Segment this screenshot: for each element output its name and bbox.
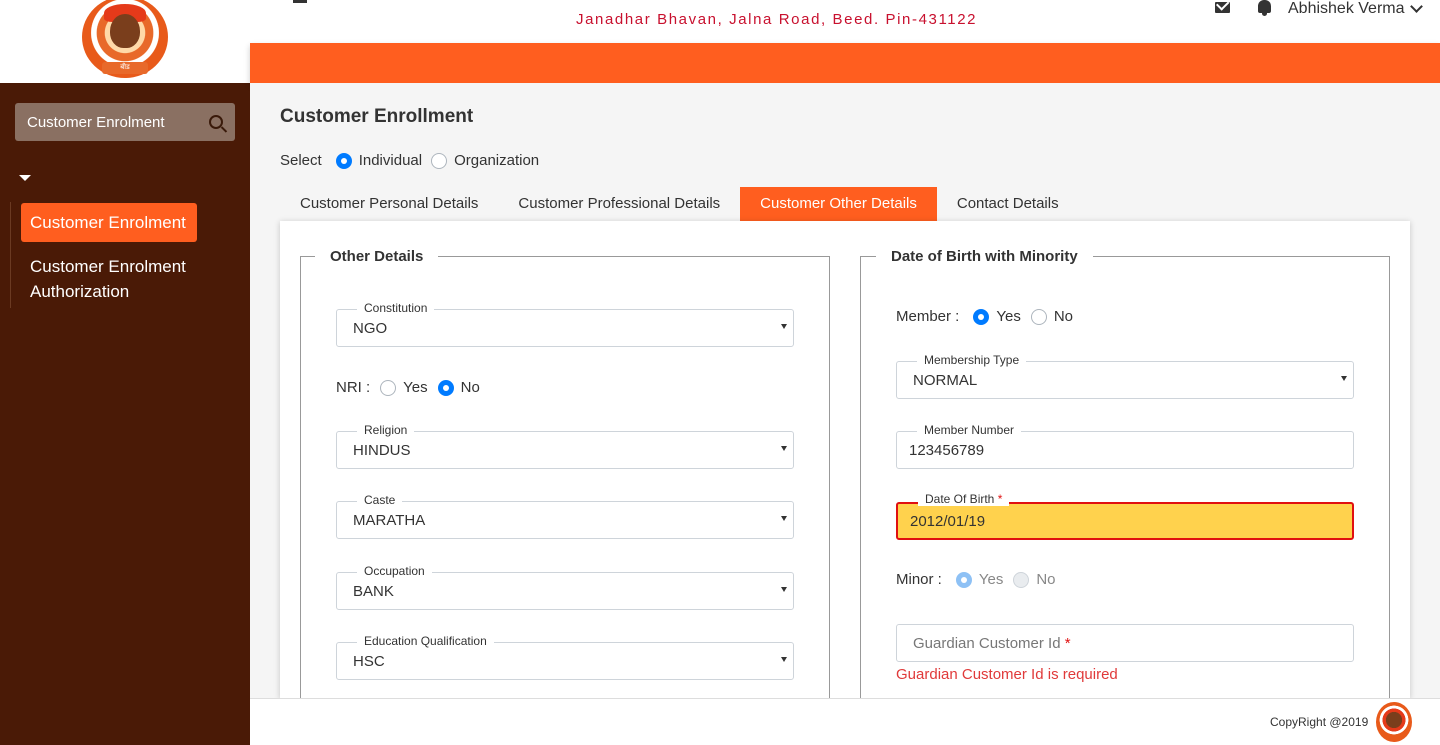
bell-icon[interactable] [1258,0,1271,16]
header-address: Janadhar Bhavan, Jalna Road, Beed. Pin-4… [576,11,978,28]
customer-type-selector: Select Individual Organization [280,152,539,169]
minor-yes-radio [955,571,972,588]
caste-select[interactable]: Caste MARATHA [336,493,794,539]
member-number-input[interactable]: Member Number 123456789 [896,423,1354,469]
member-number-label: Member Number [917,423,1022,437]
search-icon[interactable] [209,115,223,129]
chevron-down-icon[interactable] [1410,0,1423,13]
occupation-select[interactable]: Occupation BANK [336,564,794,610]
member-radio-group: Member : Yes No [896,308,1073,325]
footer-logo [1376,702,1412,742]
individual-label[interactable]: Individual [359,152,422,169]
member-number-value: 123456789 [909,442,985,459]
nri-no-label[interactable]: No [461,379,480,396]
date-of-birth-value: 2012/01/19 [910,513,986,530]
nri-no-radio[interactable] [437,379,454,396]
nri-radio-group: NRI : Yes No [336,379,480,396]
education-qualification-value: HSC [353,653,385,670]
nri-yes-label[interactable]: Yes [403,379,427,396]
dropdown-arrow-icon [781,657,787,662]
education-qualification-label: Education Qualification [357,634,494,648]
tab-customer-professional-details[interactable]: Customer Professional Details [498,187,740,221]
organization-logo: बीड [82,0,168,78]
organization-radio[interactable] [431,152,448,169]
education-qualification-select[interactable]: Education Qualification HSC [336,634,794,680]
date-of-birth-label: Date Of Birth * [918,492,1010,506]
caste-value: MARATHA [353,512,426,529]
dropdown-arrow-icon [781,446,787,451]
member-yes-radio[interactable] [973,308,990,325]
copyright-text: CopyRight @2019 [1270,715,1369,729]
constitution-value: NGO [353,320,388,337]
dob-minority-legend: Date of Birth with Minority [876,248,1093,265]
select-label: Select [280,152,322,169]
minor-no-label: No [1036,571,1056,588]
guardian-customer-id-placeholder: Guardian Customer Id * [913,635,1071,652]
constitution-label: Constitution [357,301,435,315]
tab-customer-other-details[interactable]: Customer Other Details [740,187,937,221]
nri-yes-radio[interactable] [380,379,397,396]
dropdown-arrow-icon [1341,376,1347,381]
organization-label[interactable]: Organization [454,152,539,169]
membership-type-value: NORMAL [913,372,978,389]
constitution-select[interactable]: Constitution NGO [336,301,794,347]
other-details-legend: Other Details [315,248,439,265]
membership-type-select[interactable]: Membership Type NORMAL [896,353,1354,399]
individual-radio[interactable] [335,152,352,169]
religion-value: HINDUS [353,442,411,459]
dropdown-arrow-icon [781,516,787,521]
date-of-birth-input[interactable]: Date Of Birth * 2012/01/19 [896,492,1354,540]
member-label: Member : [896,308,960,325]
nri-label: NRI : [336,379,371,396]
caste-label: Caste [357,493,403,507]
sidebar-item-customer-enrolment[interactable]: Customer Enrolment [21,203,197,242]
member-no-radio[interactable] [1030,308,1047,325]
dropdown-arrow-icon [781,324,787,329]
menu-collapse-caret-icon[interactable] [19,175,31,181]
dropdown-arrow-icon [781,587,787,592]
religion-select[interactable]: Religion HINDUS [336,423,794,469]
occupation-value: BANK [353,583,394,600]
menu-icon[interactable] [293,0,307,3]
occupation-label: Occupation [357,564,432,578]
tab-contact-details[interactable]: Contact Details [937,187,1079,221]
header-bar [250,43,1440,83]
minor-no-radio [1013,571,1030,588]
mail-icon[interactable] [1215,2,1230,13]
user-name[interactable]: Abhishek Verma [1288,0,1405,18]
minor-radio-group: Minor : Yes No [896,571,1056,588]
required-mark: * [997,492,1003,506]
membership-type-label: Membership Type [917,353,1027,367]
sidebar-item-customer-enrolment-authorization[interactable]: Customer Enrolment Authorization [30,254,230,304]
sidebar-search[interactable]: Customer Enrolment [15,103,235,141]
minor-label: Minor : [896,571,942,588]
footer [250,698,1440,745]
sidebar-divider [10,202,11,308]
guardian-customer-id-input[interactable]: Guardian Customer Id * [896,624,1354,662]
religion-label: Religion [357,423,415,437]
sidebar-search-label: Customer Enrolment [27,113,165,131]
details-tabs: Customer Personal Details Customer Profe… [280,187,1079,221]
guardian-customer-id-error: Guardian Customer Id is required [896,666,1118,683]
page-title: Customer Enrollment [280,106,474,127]
tab-customer-personal-details[interactable]: Customer Personal Details [280,187,498,221]
member-yes-label[interactable]: Yes [996,308,1020,325]
logo-area: बीड [0,0,250,83]
minor-yes-label: Yes [978,571,1004,588]
member-no-label[interactable]: No [1054,308,1073,325]
